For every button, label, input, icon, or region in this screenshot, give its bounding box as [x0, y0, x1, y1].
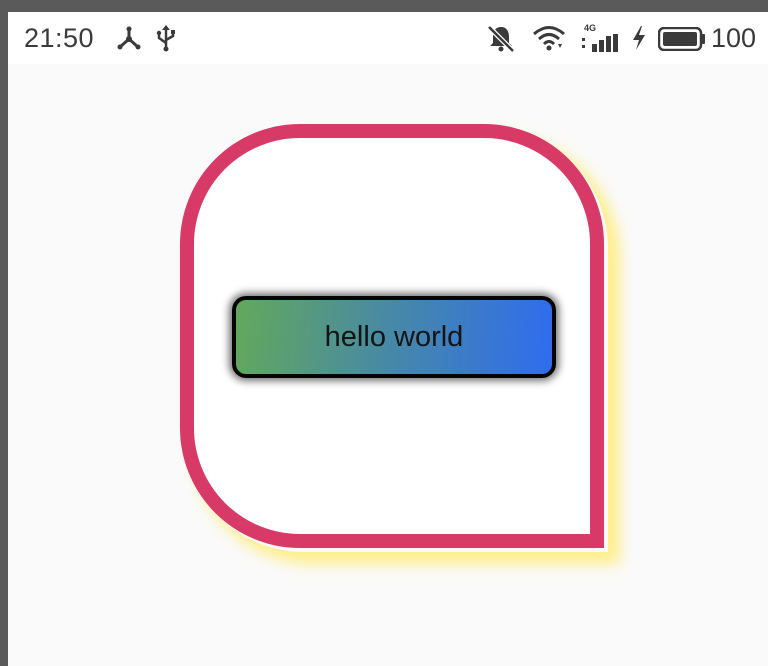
status-time: 21:50 — [24, 23, 95, 53]
hub-icon — [117, 26, 141, 50]
hello-world-button[interactable]: hello world — [232, 296, 556, 378]
network-type-label: 4G — [584, 23, 597, 33]
battery-icon — [658, 27, 705, 51]
signal-4g-icon — [582, 34, 618, 52]
notifications-off-icon — [487, 25, 515, 52]
app-screen: 21:50 4G 100 hello world — [8, 12, 768, 666]
charging-bolt-icon — [633, 26, 645, 50]
status-bar: 21:50 4G 100 — [8, 12, 768, 64]
hello-world-button-label: hello world — [324, 320, 464, 353]
battery-percent: 100 — [711, 23, 757, 53]
wifi-icon — [533, 26, 565, 51]
usb-icon — [156, 25, 175, 52]
